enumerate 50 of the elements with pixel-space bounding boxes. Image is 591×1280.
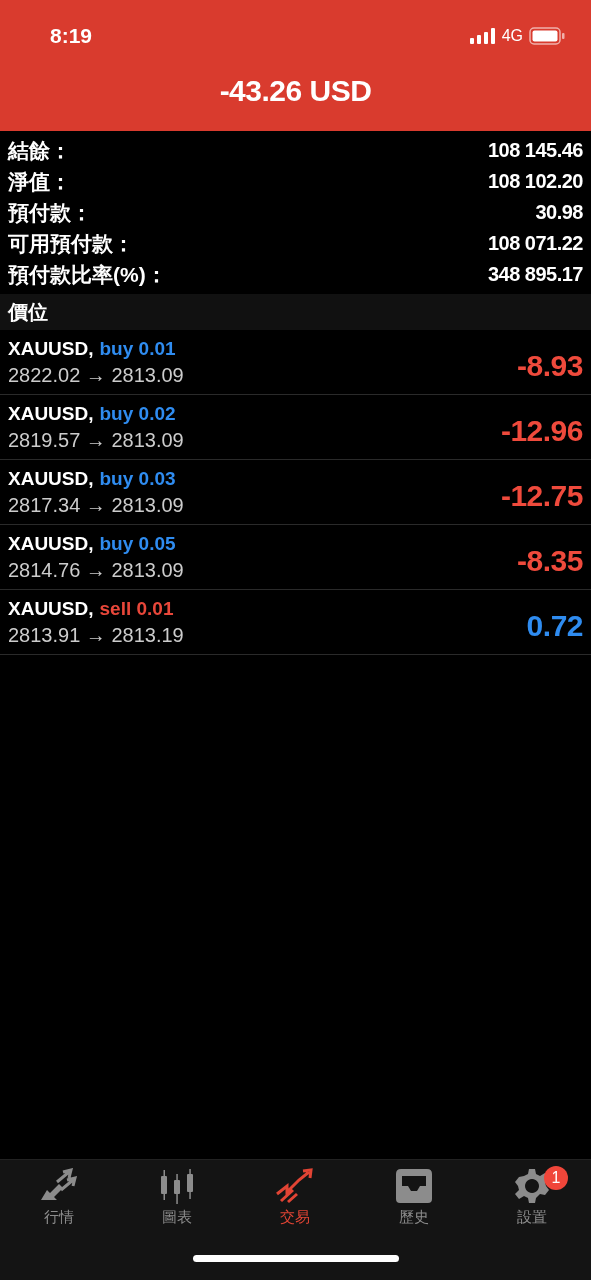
status-time: 8:19 — [50, 24, 93, 48]
tab-item[interactable]: 圖表 — [127, 1168, 228, 1227]
order-label: buy 0.02 — [99, 402, 176, 425]
order-label: sell 0.01 — [99, 597, 174, 620]
network-label: 4G — [501, 27, 523, 45]
price-range: 2819.57 → 2813.09 — [8, 428, 184, 452]
summary-label: 預付款比率(%)： — [8, 261, 167, 288]
price-range: 2813.91 → 2813.19 — [8, 623, 184, 647]
symbol-label: XAUUSD, — [8, 532, 94, 555]
profit-value: -8.93 — [517, 349, 583, 383]
profit-value: -12.75 — [500, 479, 583, 513]
position-row[interactable]: XAUUSD, buy 0.02 2819.57 → 2813.09 -12.96 — [0, 395, 591, 460]
settings-icon — [513, 1168, 550, 1204]
summary-value: 108 145.46 — [487, 139, 583, 162]
trend-arrow-icon — [275, 1168, 316, 1204]
tab-item[interactable]: 行情 — [9, 1168, 110, 1227]
tab-item[interactable]: 設置 1 — [481, 1168, 582, 1227]
summary-label: 結餘： — [8, 137, 71, 164]
battery-icon — [529, 27, 565, 45]
order-label: buy 0.05 — [99, 532, 176, 555]
summary-value: 30.98 — [535, 201, 583, 224]
summary-label: 可用預付款： — [8, 230, 134, 257]
notification-badge: 1 — [543, 1166, 568, 1190]
tab-item[interactable]: 交易 — [245, 1168, 346, 1227]
order-label: buy 0.03 — [99, 467, 176, 490]
summary-label: 淨值： — [8, 168, 71, 195]
summary-label: 預付款： — [8, 199, 92, 226]
symbol-label: XAUUSD, — [8, 402, 94, 425]
header-title: -43.26 USD — [218, 74, 373, 108]
symbol-label: XAUUSD, — [8, 337, 94, 360]
signal-icon — [469, 28, 496, 44]
symbol-label: XAUUSD, — [8, 467, 94, 490]
price-range: 2814.76 → 2813.09 — [8, 558, 184, 582]
summary-value: 108 071.22 — [487, 232, 583, 255]
position-row[interactable]: XAUUSD, buy 0.03 2817.34 → 2813.09 -12.75 — [0, 460, 591, 525]
symbol-label: XAUUSD, — [8, 597, 94, 620]
price-range: 2822.02 → 2813.09 — [8, 363, 184, 387]
position-row[interactable]: XAUUSD, buy 0.01 2822.02 → 2813.09 -8.93 — [0, 330, 591, 395]
summary-value: 108 102.20 — [487, 170, 583, 193]
inbox-icon — [394, 1168, 433, 1204]
profit-value: -12.96 — [500, 414, 583, 448]
profit-value: 0.72 — [526, 609, 583, 643]
tab-item[interactable]: 歷史 — [363, 1168, 464, 1227]
summary-value: 348 895.17 — [487, 263, 583, 286]
profit-value: -8.35 — [517, 544, 583, 578]
price-range: 2817.34 → 2813.09 — [8, 493, 184, 517]
order-label: buy 0.01 — [99, 337, 176, 360]
section-title: 價位 — [8, 299, 48, 325]
position-row[interactable]: XAUUSD, sell 0.01 2813.91 → 2813.19 0.72 — [0, 590, 591, 655]
position-row[interactable]: XAUUSD, buy 0.05 2814.76 → 2813.09 -8.35 — [0, 525, 591, 590]
